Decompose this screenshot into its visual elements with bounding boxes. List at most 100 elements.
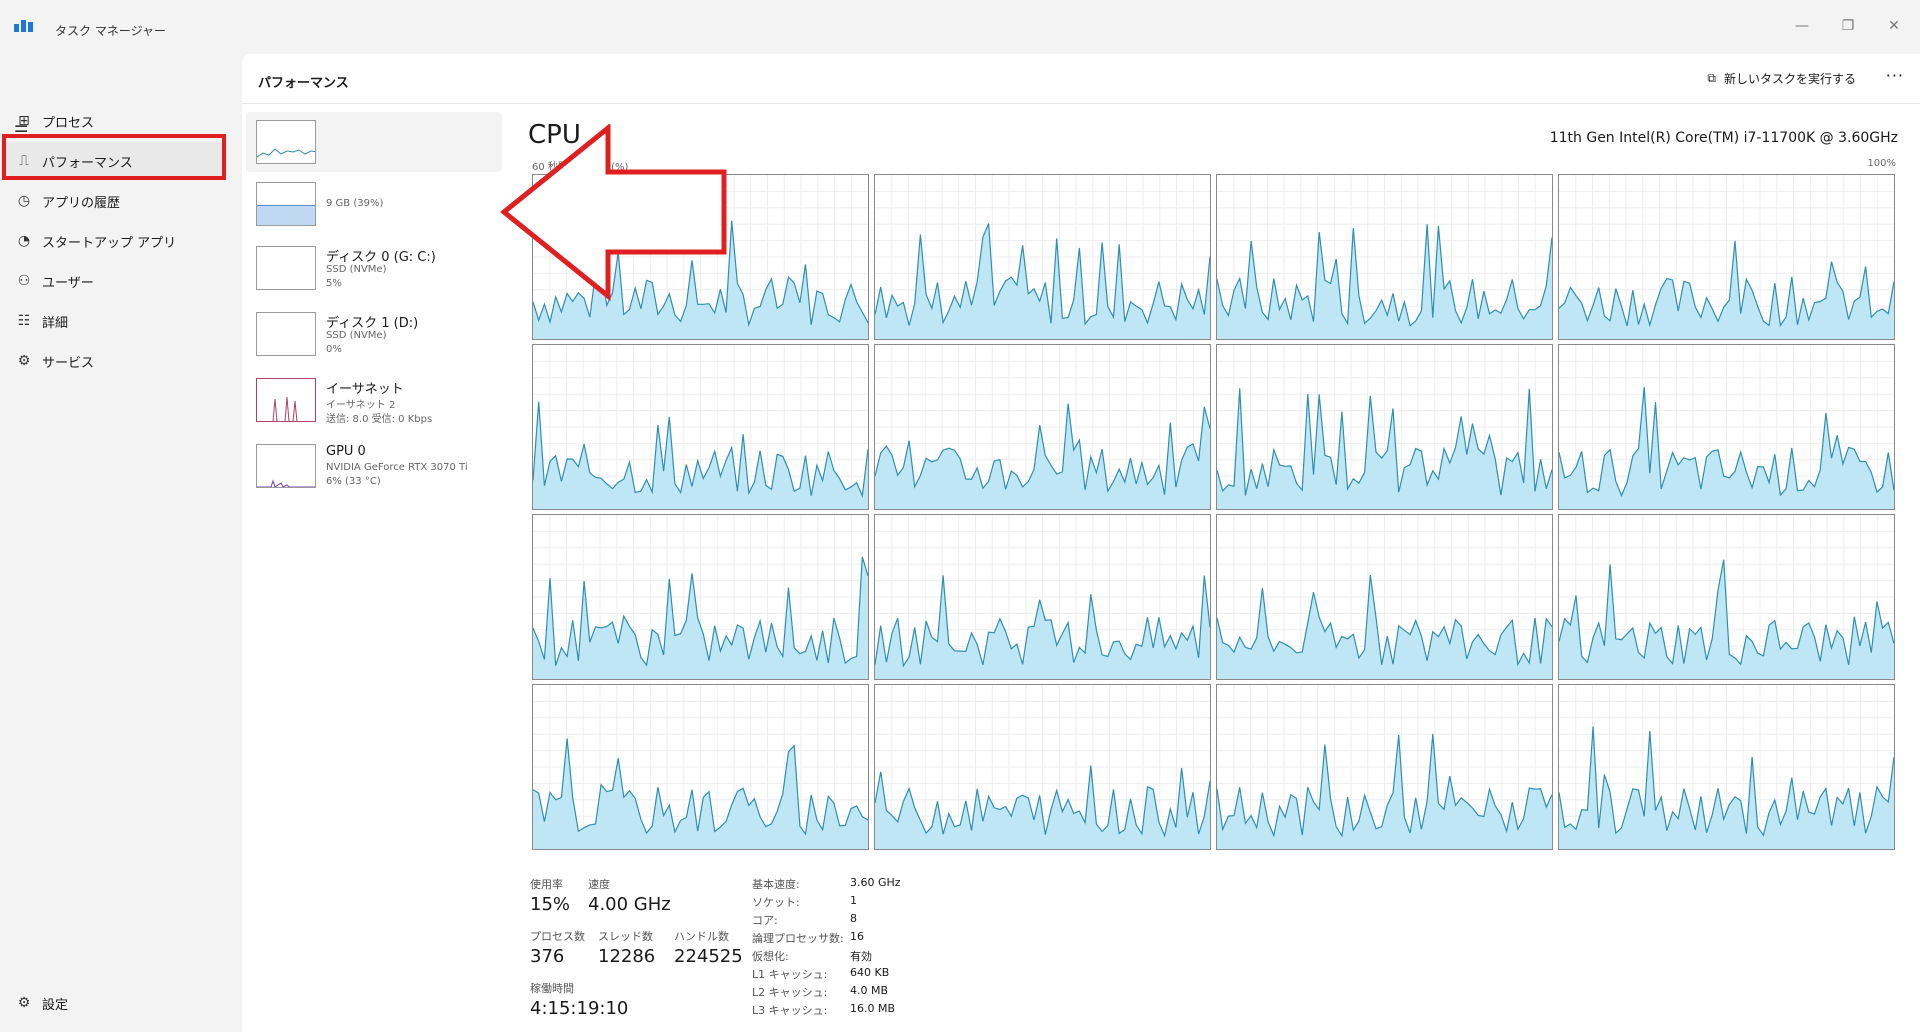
sidebar-item-label: 設定 [42,997,69,1013]
uptime-value: 4:15:19:10 [530,998,629,1019]
spec-l1-label: L1 キャッシュ: [752,968,828,981]
device-item-disk-1[interactable]: ディスク 1 (D:) SSD (NVMe) 0% [246,304,502,364]
device-type: SSD (NVMe) [326,330,387,341]
speed-label: 速度 [588,878,610,891]
spec-l3-label: L3 キャッシュ: [752,1004,828,1017]
maximize-button[interactable]: ❐ [1836,14,1860,38]
title-bar: タスク マネージャー — ❐ ✕ [0,0,1920,54]
logical-processor-graph [1558,684,1896,851]
users-icon: ⚇ [17,273,31,289]
disk-1-thumbnail-graph [256,312,316,356]
uptime-label: 稼働時間 [530,982,574,995]
spec-cores-label: コア: [752,914,778,927]
spec-l1-value: 640 KB [850,966,890,979]
logical-processor-graph [874,174,1212,341]
page-title: パフォーマンス [258,76,349,91]
ethernet-thumbnail-graph [256,378,316,422]
device-name: イーサネット [326,382,404,397]
logical-processor-graph [1558,514,1896,681]
highlight-annotation-box [2,134,226,180]
spec-sockets-value: 1 [850,894,857,907]
device-name: ディスク 1 (D:) [326,316,419,331]
page-header: パフォーマンス ⧉ 新しいタスクを実行する ··· [242,54,1920,104]
run-new-task-button[interactable]: ⧉ 新しいタスクを実行する [1707,70,1856,87]
device-item-cpu[interactable] [246,112,502,172]
run-task-icon: ⧉ [1707,71,1716,85]
red-arrow-annotation [500,124,727,302]
logical-processor-graph [1216,344,1554,511]
sidebar-item-startup[interactable]: ◔ スタートアップ アプリ [6,222,224,260]
sidebar-item-label: ユーザー [42,275,94,291]
spec-l3-value: 16.0 MB [850,1002,896,1015]
spec-l2-label: L2 キャッシュ: [752,986,828,999]
spec-logical-label: 論理プロセッサ数: [752,932,844,945]
device-adapter: イーサネット 2 [326,400,396,411]
services-icon: ⚙ [17,353,31,369]
app-history-icon: ◷ [17,193,31,209]
task-manager-icon [14,18,34,32]
device-item-ethernet[interactable]: イーサネット イーサネット 2 送信: 8.0 受信: 0 Kbps [246,370,502,430]
device-item-memory[interactable]: 9 GB (39%) [246,174,502,234]
sidebar-item-label: スタートアップ アプリ [42,235,177,251]
run-task-label: 新しいタスクを実行する [1723,72,1856,86]
logical-processor-graph [874,684,1212,851]
cpu-thumbnail-graph [256,120,316,164]
sidebar-item-label: プロセス [42,115,95,131]
spec-l2-value: 4.0 MB [850,984,889,997]
spec-base-speed-value: 3.60 GHz [850,876,901,889]
memory-usage: 9 GB (39%) [326,198,384,209]
startup-icon: ◔ [17,233,31,249]
device-model: NVIDIA GeForce RTX 3070 Ti [326,462,468,473]
spec-logical-value: 16 [850,930,864,943]
sidebar-item-label: サービス [42,355,95,371]
cpu-model: 11th Gen Intel(R) Core(TM) i7-11700K @ 3… [1549,130,1898,146]
usage-value: 15% [530,894,571,915]
logical-processor-graph [532,684,870,851]
spec-virtualization-label: 仮想化: [752,950,789,963]
close-button[interactable]: ✕ [1882,14,1906,38]
device-name: ディスク 0 (G: C:) [326,250,436,265]
speed-value: 4.00 GHz [588,894,671,915]
sidebar: ☰ ⊞ プロセス ⎍ パフォーマンス ◷ アプリの履歴 ◔ スタートアップ アプ… [0,54,240,1032]
logical-processor-graph [874,344,1212,511]
logical-processor-graph [1558,174,1896,341]
minimize-button[interactable]: — [1790,14,1814,38]
more-options-button[interactable]: ··· [1886,66,1904,85]
logical-processor-graph [1216,684,1554,851]
device-throughput: 送信: 8.0 受信: 0 Kbps [326,414,433,425]
processes-label: プロセス数 [530,930,585,943]
logical-processor-graphs [532,174,1898,852]
spec-base-speed-label: 基本速度: [752,878,800,891]
device-item-disk-0[interactable]: ディスク 0 (G: C:) SSD (NVMe) 5% [246,238,502,298]
threads-value: 12286 [598,946,656,967]
handles-value: 224525 [674,946,743,967]
device-usage: 5% [326,278,342,289]
graph-axis-max: 100% [1867,158,1896,169]
sidebar-item-label: 詳細 [42,315,69,331]
main-panel: パフォーマンス ⧉ 新しいタスクを実行する ··· 9 GB (39%) ディス… [242,54,1920,1032]
logical-processor-graph [1216,514,1554,681]
sidebar-item-label: アプリの履歴 [42,195,121,211]
app-title: タスク マネージャー [55,24,166,38]
logical-processor-graph [532,344,870,511]
device-type: SSD (NVMe) [326,264,387,275]
settings-gear-icon: ⚙ [17,995,31,1011]
sidebar-item-details[interactable]: ☷ 詳細 [6,302,224,340]
device-usage: 0% [326,344,342,355]
sidebar-item-users[interactable]: ⚇ ユーザー [6,262,224,300]
details-icon: ☷ [17,313,31,329]
logical-processor-graph [1216,174,1554,341]
device-item-gpu-0[interactable]: GPU 0 NVIDIA GeForce RTX 3070 Ti 6% (33 … [246,436,502,496]
logical-processor-graph [874,514,1212,681]
logical-processor-graph [1558,344,1896,511]
sidebar-item-app-history[interactable]: ◷ アプリの履歴 [6,182,224,220]
sidebar-item-settings[interactable]: ⚙ 設定 [6,984,224,1022]
threads-label: スレッド数 [598,930,653,943]
handles-label: ハンドル数 [674,930,729,943]
sidebar-item-services[interactable]: ⚙ サービス [6,342,224,380]
spec-virtualization-value: 有効 [850,950,872,963]
device-usage: 6% (33 °C) [326,476,381,487]
gpu-0-thumbnail-graph [256,444,316,488]
disk-0-thumbnail-graph [256,246,316,290]
processes-icon: ⊞ [18,113,30,129]
